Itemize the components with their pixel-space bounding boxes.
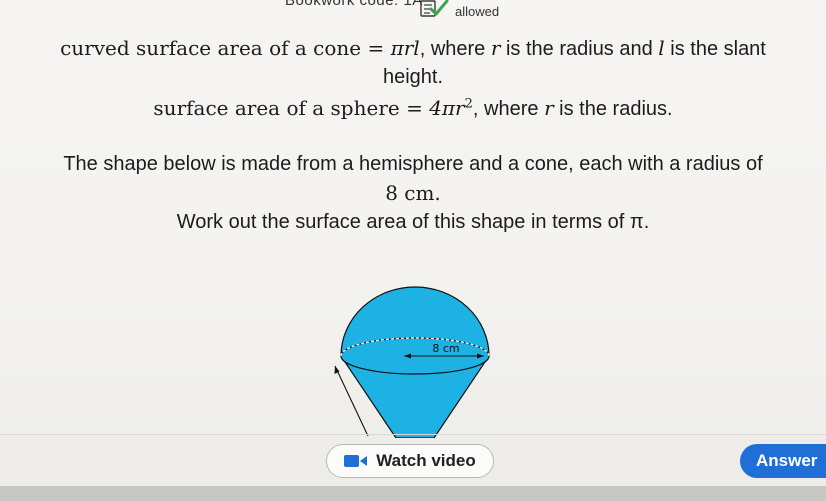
sphere-formula: 4πr [429, 96, 465, 120]
cone-formula-continuation: height. [382, 66, 444, 88]
cone-text-3: is the slant [664, 38, 766, 60]
calculator-check-icon [420, 0, 449, 17]
sphere-r: r [544, 96, 554, 120]
watch-video-button[interactable]: Watch video [326, 444, 494, 478]
divider [0, 434, 826, 435]
radius-label: 8 cm [432, 342, 459, 355]
bottom-band [0, 486, 826, 501]
sphere-exponent: 2 [464, 96, 473, 112]
question-line-2: 8 cm. [385, 181, 441, 205]
question-line-3: Work out the surface area of this shape … [176, 211, 650, 233]
sphere-text: , where [472, 98, 545, 120]
answer-button[interactable]: Answer [740, 444, 826, 478]
sphere-formula-line: surface area of a sphere = 4πr2, where r… [0, 96, 826, 121]
cone-formula-line: curved surface area of a cone = πrl, whe… [0, 36, 826, 61]
cone-formula-label: curved surface area of a cone = [60, 36, 391, 60]
sphere-formula-label: surface area of a sphere = [153, 96, 430, 120]
watch-video-label: Watch video [376, 451, 476, 470]
bookwork-code: Bookwork code: 1A [285, 0, 423, 9]
cone-formula: πrl [390, 36, 420, 60]
video-camera-icon [344, 455, 368, 467]
cone-text-2: is the radius and [500, 38, 659, 60]
cone-r: r [490, 36, 501, 60]
top-bar: Bookwork code: 1A allowed [0, 0, 826, 20]
cone-text: , where [419, 38, 491, 60]
answer-label: Answer [756, 451, 818, 470]
question-line-1: The shape below is made from a hemispher… [63, 153, 763, 175]
calculator-allowed-label: allowed [455, 4, 500, 19]
hemisphere-cone-figure: 8 cm [334, 286, 491, 438]
sphere-text-2: is the radius. [553, 98, 673, 120]
